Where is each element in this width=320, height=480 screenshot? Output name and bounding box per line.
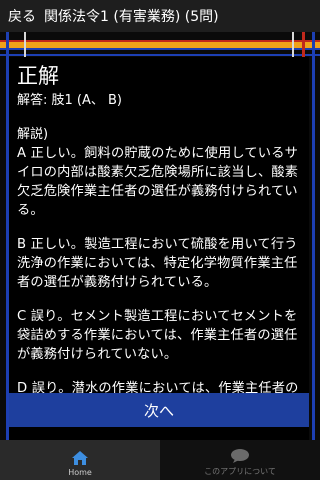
- explanation-paragraph: C 誤り。セメント製造工程においてセメントを袋詰めする作業においては、作業主任者…: [17, 309, 298, 362]
- title-bar: 戻る 関係法令1 (有害業務) (5問): [0, 0, 320, 32]
- speech-bubble-icon: [231, 449, 249, 463]
- decorative-bar: [0, 40, 320, 50]
- explanation-label: 解説): [17, 127, 49, 142]
- home-icon: [72, 451, 88, 465]
- tab-about[interactable]: このアプリについて: [160, 440, 320, 480]
- page-title: 関係法令1 (有害業務) (5問): [44, 9, 219, 25]
- tab-home-label: Home: [68, 468, 92, 477]
- decorative-line: [0, 54, 320, 56]
- result-heading: 正解: [17, 64, 59, 88]
- next-button[interactable]: 次へ: [9, 393, 309, 427]
- tab-bar: Home このアプリについて: [0, 440, 320, 480]
- back-button[interactable]: 戻る: [0, 6, 44, 26]
- answer-panel: 正解 解答: 肢1 (A、 B) 解説) A 正しい。飼料の貯蔵のために使用して…: [9, 57, 309, 440]
- explanation-paragraph: B 正しい。製造工程において硫酸を用いて行う洗浄の作業においては、特定化学物質作…: [17, 237, 298, 290]
- explanation-paragraph: A 正しい。飼料の貯蔵のために使用しているサイロの内部は酸素欠乏危険場所に該当し…: [17, 146, 299, 218]
- content-area: 正解 解答: 肢1 (A、 B) 解説) A 正しい。飼料の貯蔵のために使用して…: [0, 32, 320, 440]
- answer-text: 解答: 肢1 (A、 B): [17, 93, 123, 108]
- decorative-line: [312, 32, 315, 440]
- tab-home[interactable]: Home: [0, 440, 160, 480]
- tab-about-label: このアプリについて: [204, 467, 276, 476]
